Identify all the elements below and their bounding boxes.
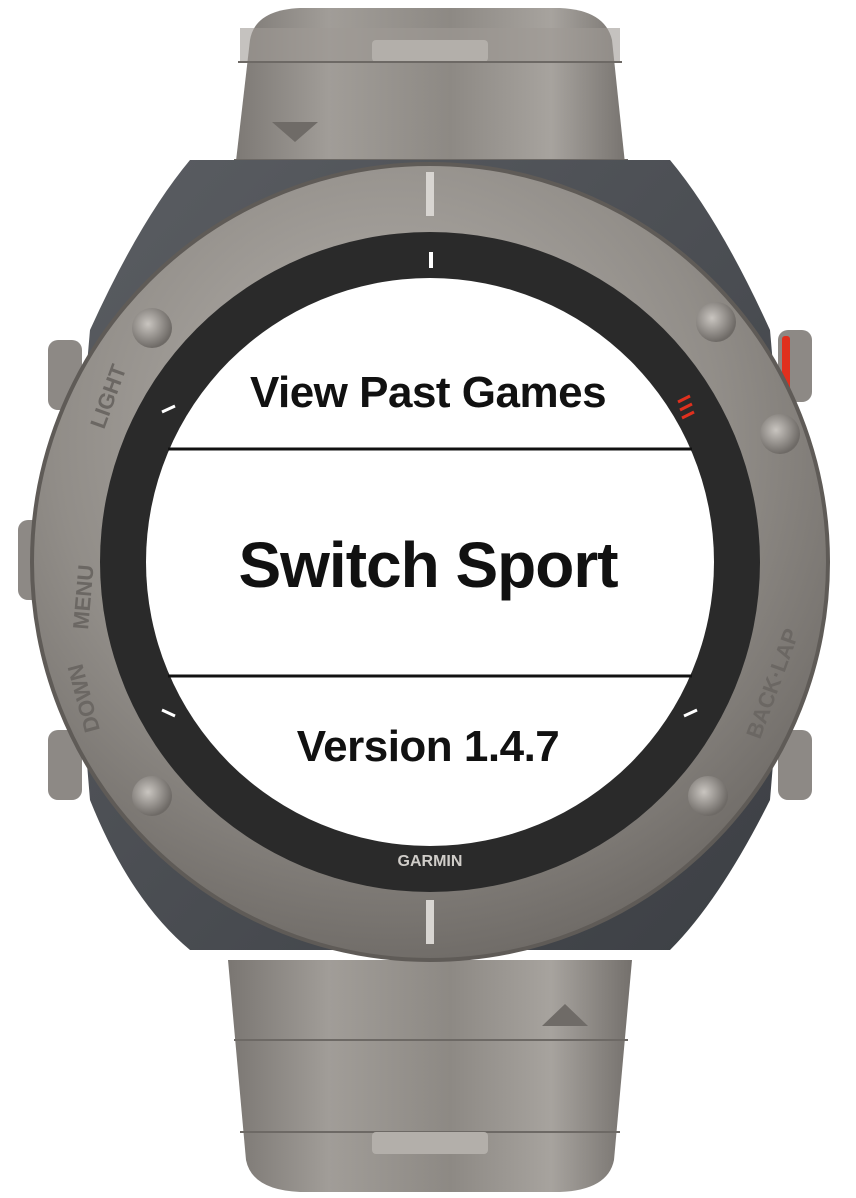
menu-option-switch-sport[interactable] [160,450,700,674]
menu-option-version[interactable] [160,676,700,826]
brand-logo: GARMIN [398,853,463,870]
menu-option-view-past-games[interactable] [160,300,700,448]
lower-strap [228,960,632,1192]
